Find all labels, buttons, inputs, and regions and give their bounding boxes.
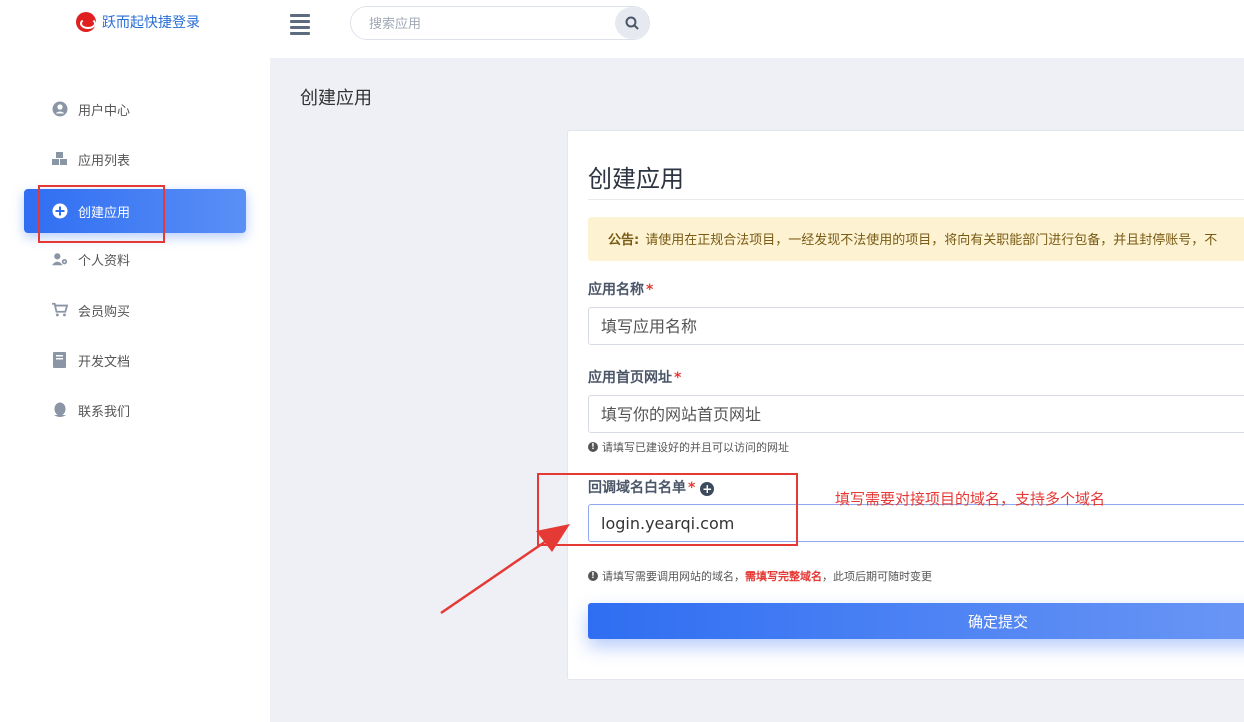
notice-text: 请使用在正规合法项目，一经发现不法使用的项目，将向有关职能部门进行包备，并且封停… [645, 233, 1218, 248]
homepage-help-text: 请填写已建设好的并且可以访问的网址 [602, 441, 789, 454]
logo-icon [76, 12, 96, 32]
search-icon [625, 16, 639, 30]
info-icon: ! [588, 571, 598, 581]
sidebar-item-label: 个人资料 [78, 253, 131, 269]
annotation-text: 填写需要对接项目的域名，支持多个域名 [835, 490, 1106, 508]
cubes-icon [52, 151, 68, 167]
search-button[interactable] [615, 7, 649, 39]
search-input[interactable] [369, 14, 609, 34]
sidebar-item-membership[interactable]: 会员购买 [24, 288, 246, 332]
book-icon [52, 352, 68, 368]
cart-icon [52, 302, 68, 318]
submit-button[interactable]: 确定提交 [588, 603, 1244, 639]
qq-icon [52, 402, 68, 418]
sidebar-item-user-center[interactable]: 用户中心 [24, 87, 246, 131]
user-circle-icon [52, 101, 68, 117]
homepage-help: ! 请填写已建设好的并且可以访问的网址 [588, 439, 789, 455]
help-warning: 需填写完整域名 [745, 570, 822, 583]
divider [588, 199, 1244, 200]
sidebar-item-profile[interactable]: 个人资料 [24, 237, 246, 281]
sidebar-item-contact[interactable]: 联系我们 [24, 388, 246, 432]
create-app-card: 创建应用 公告: 请使用在正规合法项目，一经发现不法使用的项目，将向有关职能部门进… [567, 130, 1244, 680]
user-cog-icon [52, 251, 68, 267]
sidebar-item-label: 联系我们 [78, 404, 131, 420]
main-content: 创建应用 创建应用 公告: 请使用在正规合法项目，一经发现不法使用的项目，将向有关… [270, 58, 1244, 722]
search-box [350, 6, 650, 40]
notice-banner: 公告: 请使用在正规合法项目，一经发现不法使用的项目，将向有关职能部门进行包备，并… [588, 217, 1244, 261]
sidebar-item-label: 用户中心 [78, 103, 131, 119]
app-name-label: 应用名称 * [588, 282, 654, 298]
logo[interactable]: 跃而起快捷登录 [76, 12, 200, 32]
annotation-box-domain [537, 473, 798, 546]
card-title: 创建应用 [588, 165, 684, 193]
top-header: 跃而起快捷登录 [0, 0, 1244, 58]
whitelist-help: ! 请填写需要调用网站的域名，需填写完整域名，此项后期可随时变更 [588, 568, 932, 584]
sidebar-item-label: 应用列表 [78, 153, 131, 169]
homepage-url-field[interactable] [588, 395, 1244, 433]
sidebar-item-label: 开发文档 [78, 354, 131, 370]
notice-label: 公告: [608, 233, 640, 248]
page-title: 创建应用 [300, 88, 372, 109]
info-icon: ! [588, 442, 598, 452]
annotation-box-sidebar [38, 185, 165, 243]
sidebar-item-app-list[interactable]: 应用列表 [24, 137, 246, 181]
sidebar-item-docs[interactable]: 开发文档 [24, 338, 246, 382]
menu-toggle-icon[interactable] [290, 14, 310, 35]
homepage-label: 应用首页网址 * [588, 370, 682, 386]
app-name-field[interactable] [588, 307, 1244, 345]
logo-text: 跃而起快捷登录 [102, 15, 200, 31]
sidebar-item-label: 会员购买 [78, 304, 131, 320]
sidebar: 用户中心 应用列表 创建应用 个人资料 会员购买 开发文档 联系我们 [0, 58, 270, 722]
